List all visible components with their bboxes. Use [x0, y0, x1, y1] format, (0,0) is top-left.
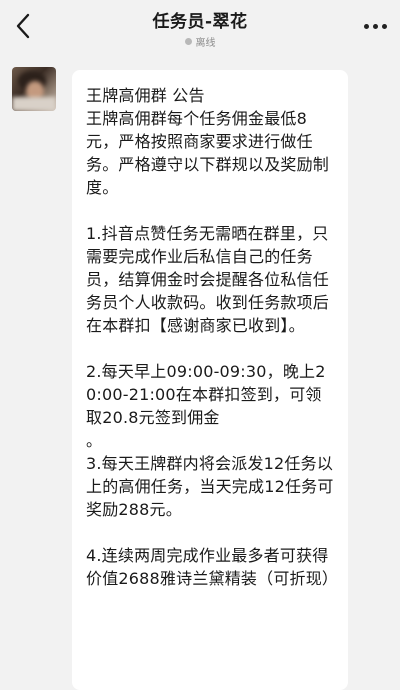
message-paragraph-5: 4.连续两周完成作业最多者可获得价值2688雅诗兰黛精装（可折现） [86, 546, 339, 588]
message-paragraph-3-end: 。 [86, 431, 103, 450]
chat-title: 任务员-翠花 [152, 12, 248, 32]
message-paragraph-2: 1.抖音点赞任务无需晒在群里，只需要完成作业后私信自己的任务员，结算佣金时会提醒… [86, 224, 330, 335]
status-dot-icon [184, 38, 192, 45]
message-bubble[interactable]: 王牌高佣群 公告 王牌高佣群每个任务佣金最低8元，严格按照商家要求进行做任务。严… [72, 70, 348, 690]
online-status: 离线 [0, 34, 400, 49]
avatar[interactable] [12, 67, 56, 111]
more-options-button[interactable] [360, 14, 390, 38]
chat-header: 任务员-翠花 离线 [0, 0, 400, 56]
message-heading: 王牌高佣群 公告 [86, 86, 205, 105]
more-dots-icon [363, 23, 369, 29]
message-paragraph-1: 王牌高佣群每个任务佣金最低8元，严格按照商家要求进行做任务。严格遵守以下群规以及… [86, 109, 330, 197]
message-paragraph-3: 2.每天早上09:00-09:30，晚上20:00-21:00在本群扣签到，可领… [86, 362, 326, 427]
message-paragraph-4: 3.每天王牌群内将会派发12任务以上的高佣任务，当天完成12任务可奖励288元。 [86, 454, 334, 519]
status-text: 离线 [195, 38, 216, 49]
